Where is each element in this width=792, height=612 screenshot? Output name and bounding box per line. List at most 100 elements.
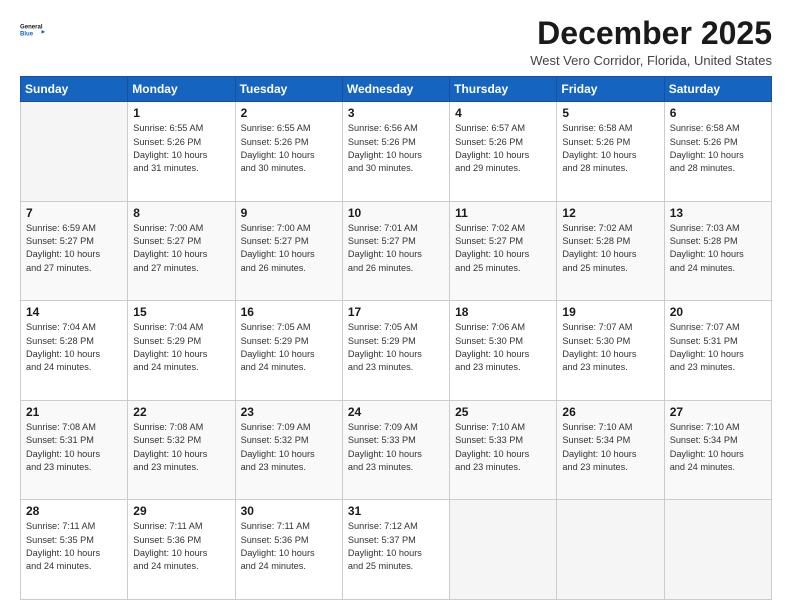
day-number: 8 bbox=[133, 206, 229, 220]
svg-text:General: General bbox=[20, 25, 43, 31]
calendar-cell: 7 Sunrise: 6:59 AMSunset: 5:27 PMDaylight… bbox=[21, 201, 128, 301]
calendar-cell: 23Sunrise: 7:09 AMSunset: 5:32 PMDayligh… bbox=[235, 400, 342, 500]
calendar-cell: 10Sunrise: 7:01 AMSunset: 5:27 PMDayligh… bbox=[342, 201, 449, 301]
calendar-cell: 3Sunrise: 6:56 AMSunset: 5:26 PMDaylight… bbox=[342, 102, 449, 202]
calendar-cell: 17Sunrise: 7:05 AMSunset: 5:29 PMDayligh… bbox=[342, 301, 449, 401]
day-number: 12 bbox=[562, 206, 658, 220]
calendar-cell: 13 Sunrise: 7:03 AMSunset: 5:28 PMDayligh… bbox=[664, 201, 771, 301]
calendar-cell: 22 Sunrise: 7:08 AMSunset: 5:32 PMDayligh… bbox=[128, 400, 235, 500]
day-info: Sunrise: 7:08 AMSunset: 5:31 PMDaylight:… bbox=[26, 421, 122, 474]
calendar-cell: 8 Sunrise: 7:00 AMSunset: 5:27 PMDaylight… bbox=[128, 201, 235, 301]
weekday-header: Monday bbox=[128, 77, 235, 102]
calendar-cell: 9 Sunrise: 7:00 AMSunset: 5:27 PMDaylight… bbox=[235, 201, 342, 301]
calendar-cell: 30 Sunrise: 7:11 AMSunset: 5:36 PMDayligh… bbox=[235, 500, 342, 600]
day-info: Sunrise: 7:00 AMSunset: 5:27 PMDaylight:… bbox=[241, 222, 337, 275]
day-info: Sunrise: 7:05 AMSunset: 5:29 PMDaylight:… bbox=[241, 321, 337, 374]
calendar-cell: 2 Sunrise: 6:55 AMSunset: 5:26 PMDaylight… bbox=[235, 102, 342, 202]
calendar-cell: 24 Sunrise: 7:09 AMSunset: 5:33 PMDayligh… bbox=[342, 400, 449, 500]
calendar-cell: 29 Sunrise: 7:11 AMSunset: 5:36 PMDayligh… bbox=[128, 500, 235, 600]
day-number: 4 bbox=[455, 106, 551, 120]
calendar-cell: 19Sunrise: 7:07 AMSunset: 5:30 PMDayligh… bbox=[557, 301, 664, 401]
calendar-cell: 26Sunrise: 7:10 AMSunset: 5:34 PMDayligh… bbox=[557, 400, 664, 500]
calendar-cell: 31Sunrise: 7:12 AMSunset: 5:37 PMDayligh… bbox=[342, 500, 449, 600]
day-info: Sunrise: 6:58 AMSunset: 5:26 PMDaylight:… bbox=[562, 122, 658, 175]
calendar-cell: 20Sunrise: 7:07 AMSunset: 5:31 PMDayligh… bbox=[664, 301, 771, 401]
calendar-week-row: 21 Sunrise: 7:08 AMSunset: 5:31 PMDayligh… bbox=[21, 400, 772, 500]
calendar-cell: 4Sunrise: 6:57 AMSunset: 5:26 PMDaylight… bbox=[450, 102, 557, 202]
calendar-cell: 18 Sunrise: 7:06 AMSunset: 5:30 PMDayligh… bbox=[450, 301, 557, 401]
day-info: Sunrise: 7:11 AMSunset: 5:36 PMDaylight:… bbox=[133, 520, 229, 573]
calendar-cell: 16 Sunrise: 7:05 AMSunset: 5:29 PMDayligh… bbox=[235, 301, 342, 401]
day-number: 31 bbox=[348, 504, 444, 518]
day-number: 10 bbox=[348, 206, 444, 220]
calendar-cell bbox=[557, 500, 664, 600]
calendar-cell bbox=[450, 500, 557, 600]
day-info: Sunrise: 7:09 AMSunset: 5:32 PMDaylight:… bbox=[241, 421, 337, 474]
day-number: 7 bbox=[26, 206, 122, 220]
calendar-cell: 5 Sunrise: 6:58 AMSunset: 5:26 PMDaylight… bbox=[557, 102, 664, 202]
day-number: 25 bbox=[455, 405, 551, 419]
day-info: Sunrise: 7:07 AMSunset: 5:31 PMDaylight:… bbox=[670, 321, 766, 374]
day-number: 27 bbox=[670, 405, 766, 419]
day-number: 17 bbox=[348, 305, 444, 319]
day-number: 15 bbox=[133, 305, 229, 319]
title-block: December 2025 West Vero Corridor, Florid… bbox=[530, 16, 772, 68]
day-info: Sunrise: 7:11 AMSunset: 5:36 PMDaylight:… bbox=[241, 520, 337, 573]
day-info: Sunrise: 7:08 AMSunset: 5:32 PMDaylight:… bbox=[133, 421, 229, 474]
weekday-header: Sunday bbox=[21, 77, 128, 102]
day-number: 28 bbox=[26, 504, 122, 518]
day-info: Sunrise: 6:58 AMSunset: 5:26 PMDaylight:… bbox=[670, 122, 766, 175]
calendar-week-row: 28Sunrise: 7:11 AMSunset: 5:35 PMDayligh… bbox=[21, 500, 772, 600]
calendar-cell: 11Sunrise: 7:02 AMSunset: 5:27 PMDayligh… bbox=[450, 201, 557, 301]
weekday-header: Tuesday bbox=[235, 77, 342, 102]
day-number: 9 bbox=[241, 206, 337, 220]
calendar-cell: 27Sunrise: 7:10 AMSunset: 5:34 PMDayligh… bbox=[664, 400, 771, 500]
day-number: 3 bbox=[348, 106, 444, 120]
calendar-cell: 28Sunrise: 7:11 AMSunset: 5:35 PMDayligh… bbox=[21, 500, 128, 600]
page: GeneralBlue December 2025 West Vero Corr… bbox=[0, 0, 792, 612]
day-number: 2 bbox=[241, 106, 337, 120]
day-info: Sunrise: 7:06 AMSunset: 5:30 PMDaylight:… bbox=[455, 321, 551, 374]
calendar-week-row: 1 Sunrise: 6:55 AMSunset: 5:26 PMDaylight… bbox=[21, 102, 772, 202]
day-number: 26 bbox=[562, 405, 658, 419]
day-info: Sunrise: 7:02 AMSunset: 5:28 PMDaylight:… bbox=[562, 222, 658, 275]
day-info: Sunrise: 7:04 AMSunset: 5:28 PMDaylight:… bbox=[26, 321, 122, 374]
day-number: 24 bbox=[348, 405, 444, 419]
day-number: 29 bbox=[133, 504, 229, 518]
svg-text:Blue: Blue bbox=[20, 32, 34, 38]
day-number: 1 bbox=[133, 106, 229, 120]
day-number: 19 bbox=[562, 305, 658, 319]
weekday-header: Wednesday bbox=[342, 77, 449, 102]
day-info: Sunrise: 6:55 AMSunset: 5:26 PMDaylight:… bbox=[133, 122, 229, 175]
weekday-header: Thursday bbox=[450, 77, 557, 102]
calendar-cell: 6Sunrise: 6:58 AMSunset: 5:26 PMDaylight… bbox=[664, 102, 771, 202]
calendar-header-row: SundayMondayTuesdayWednesdayThursdayFrid… bbox=[21, 77, 772, 102]
weekday-header: Saturday bbox=[664, 77, 771, 102]
month-title: December 2025 bbox=[530, 16, 772, 51]
day-info: Sunrise: 7:03 AMSunset: 5:28 PMDaylight:… bbox=[670, 222, 766, 275]
location: West Vero Corridor, Florida, United Stat… bbox=[530, 53, 772, 68]
day-info: Sunrise: 7:00 AMSunset: 5:27 PMDaylight:… bbox=[133, 222, 229, 275]
calendar-cell: 25Sunrise: 7:10 AMSunset: 5:33 PMDayligh… bbox=[450, 400, 557, 500]
day-info: Sunrise: 7:02 AMSunset: 5:27 PMDaylight:… bbox=[455, 222, 551, 275]
calendar-cell: 15 Sunrise: 7:04 AMSunset: 5:29 PMDayligh… bbox=[128, 301, 235, 401]
day-number: 18 bbox=[455, 305, 551, 319]
day-info: Sunrise: 6:59 AMSunset: 5:27 PMDaylight:… bbox=[26, 222, 122, 275]
day-number: 16 bbox=[241, 305, 337, 319]
calendar-week-row: 7 Sunrise: 6:59 AMSunset: 5:27 PMDaylight… bbox=[21, 201, 772, 301]
day-info: Sunrise: 6:55 AMSunset: 5:26 PMDaylight:… bbox=[241, 122, 337, 175]
day-number: 14 bbox=[26, 305, 122, 319]
calendar-week-row: 14 Sunrise: 7:04 AMSunset: 5:28 PMDayligh… bbox=[21, 301, 772, 401]
day-number: 5 bbox=[562, 106, 658, 120]
calendar-cell bbox=[664, 500, 771, 600]
calendar-cell: 21 Sunrise: 7:08 AMSunset: 5:31 PMDayligh… bbox=[21, 400, 128, 500]
day-number: 13 bbox=[670, 206, 766, 220]
weekday-header: Friday bbox=[557, 77, 664, 102]
day-number: 22 bbox=[133, 405, 229, 419]
day-number: 21 bbox=[26, 405, 122, 419]
day-info: Sunrise: 7:09 AMSunset: 5:33 PMDaylight:… bbox=[348, 421, 444, 474]
calendar-cell: 1 Sunrise: 6:55 AMSunset: 5:26 PMDaylight… bbox=[128, 102, 235, 202]
day-info: Sunrise: 7:04 AMSunset: 5:29 PMDaylight:… bbox=[133, 321, 229, 374]
calendar-cell: 14 Sunrise: 7:04 AMSunset: 5:28 PMDayligh… bbox=[21, 301, 128, 401]
day-number: 30 bbox=[241, 504, 337, 518]
